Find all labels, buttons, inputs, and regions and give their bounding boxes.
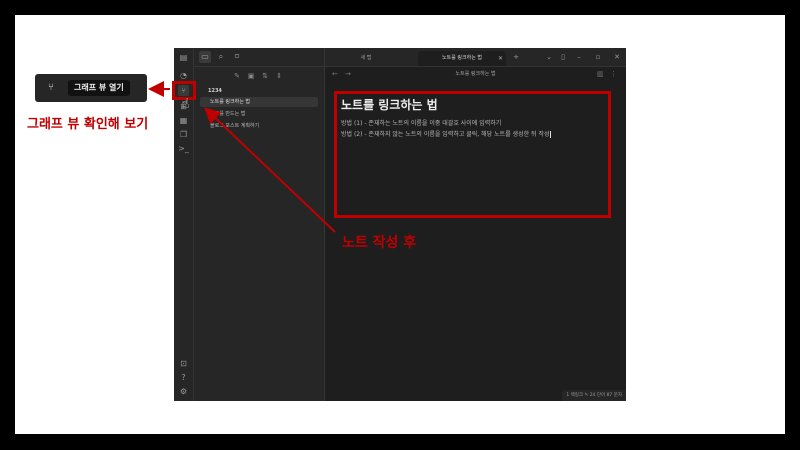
- sidebar-tab-bar: ▭ ⌕ ⌑: [194, 48, 324, 67]
- char-count: 87 문자: [606, 393, 622, 398]
- document-highlight-box: [334, 91, 611, 218]
- file-item[interactable]: 노트를 만드는 법: [200, 109, 318, 119]
- close-icon[interactable]: ✕: [498, 51, 503, 66]
- hand-pointer-icon: ☝: [181, 96, 190, 112]
- graph-view-icon: ⑂: [48, 82, 54, 93]
- settings-icon[interactable]: ⚙: [178, 386, 189, 397]
- daily-note-icon[interactable]: ▦: [178, 115, 189, 126]
- minimize-icon[interactable]: –: [574, 52, 584, 62]
- after-note-annotation: 노트 작성 후: [342, 235, 417, 251]
- new-folder-icon[interactable]: ▣: [246, 71, 256, 81]
- file-item[interactable]: 노트를 링크하는 법: [200, 97, 318, 107]
- word-count: 24 단어: [589, 393, 606, 398]
- reading-view-icon[interactable]: ▥: [597, 69, 604, 79]
- file-item[interactable]: 블로그 포스트 계획하기: [200, 121, 318, 131]
- tab-new[interactable]: 새 탭: [333, 51, 399, 66]
- collapse-icon[interactable]: ⇕: [274, 71, 284, 81]
- vault-name[interactable]: 1234: [208, 88, 222, 94]
- bookmark-icon[interactable]: ⌑: [231, 51, 243, 63]
- tab-bar: 새 탭 노트를 링크하는 법 ✕ + ⌄ ▯ – ▫ ✕: [325, 48, 626, 67]
- tab-label: 새 탭: [360, 55, 372, 61]
- status-bar: 1 백링크 ✎ 24 단어 87 문자: [562, 390, 626, 401]
- templates-icon[interactable]: ❐: [178, 129, 189, 140]
- help-icon[interactable]: ?: [178, 372, 189, 383]
- file-explorer-sidebar: ▭ ⌕ ⌑ ✎ ▣ ⇅ ⇕ 1234 노트를 링크하는 법 노트를 만드는 법 …: [194, 48, 325, 401]
- command-palette-icon[interactable]: >_: [178, 143, 189, 154]
- tab-active-note[interactable]: 노트를 링크하는 법 ✕: [418, 51, 506, 66]
- graph-view-tooltip: ⑂ 그래프 뷰 열기: [35, 74, 147, 102]
- more-options-icon[interactable]: ⋮: [610, 69, 617, 79]
- breadcrumb: 노트를 링크하는 법: [455, 71, 496, 77]
- sort-icon[interactable]: ⇅: [260, 71, 270, 81]
- sidebar-right-icon[interactable]: ▯: [558, 52, 568, 62]
- backlinks-count[interactable]: 1 백링크: [566, 393, 583, 398]
- new-tab-icon[interactable]: +: [511, 52, 521, 62]
- new-note-icon[interactable]: ✎: [232, 71, 242, 81]
- sidebar-toggle-icon[interactable]: ▤: [178, 52, 189, 63]
- edit-icon[interactable]: ✎: [584, 393, 588, 398]
- tab-label: 노트를 링크하는 법: [442, 55, 482, 61]
- tooltip-label: 그래프 뷰 열기: [68, 80, 130, 96]
- maximize-icon[interactable]: ▫: [593, 52, 603, 62]
- chevron-down-icon[interactable]: ⌄: [544, 52, 554, 62]
- graph-view-annotation: 그래프 뷰 확인해 보기: [27, 117, 149, 132]
- search-icon[interactable]: ⌕: [215, 51, 227, 63]
- view-header: ← → 노트를 링크하는 법 ▥ ⋮: [325, 66, 626, 82]
- open-vault-icon[interactable]: ◔: [178, 70, 189, 81]
- file-explorer-toolbar: ✎ ▣ ⇅ ⇕: [194, 67, 324, 85]
- publish-icon[interactable]: ⊡: [178, 358, 189, 369]
- folder-icon[interactable]: ▭: [199, 51, 211, 63]
- window-close-icon[interactable]: ✕: [612, 52, 622, 62]
